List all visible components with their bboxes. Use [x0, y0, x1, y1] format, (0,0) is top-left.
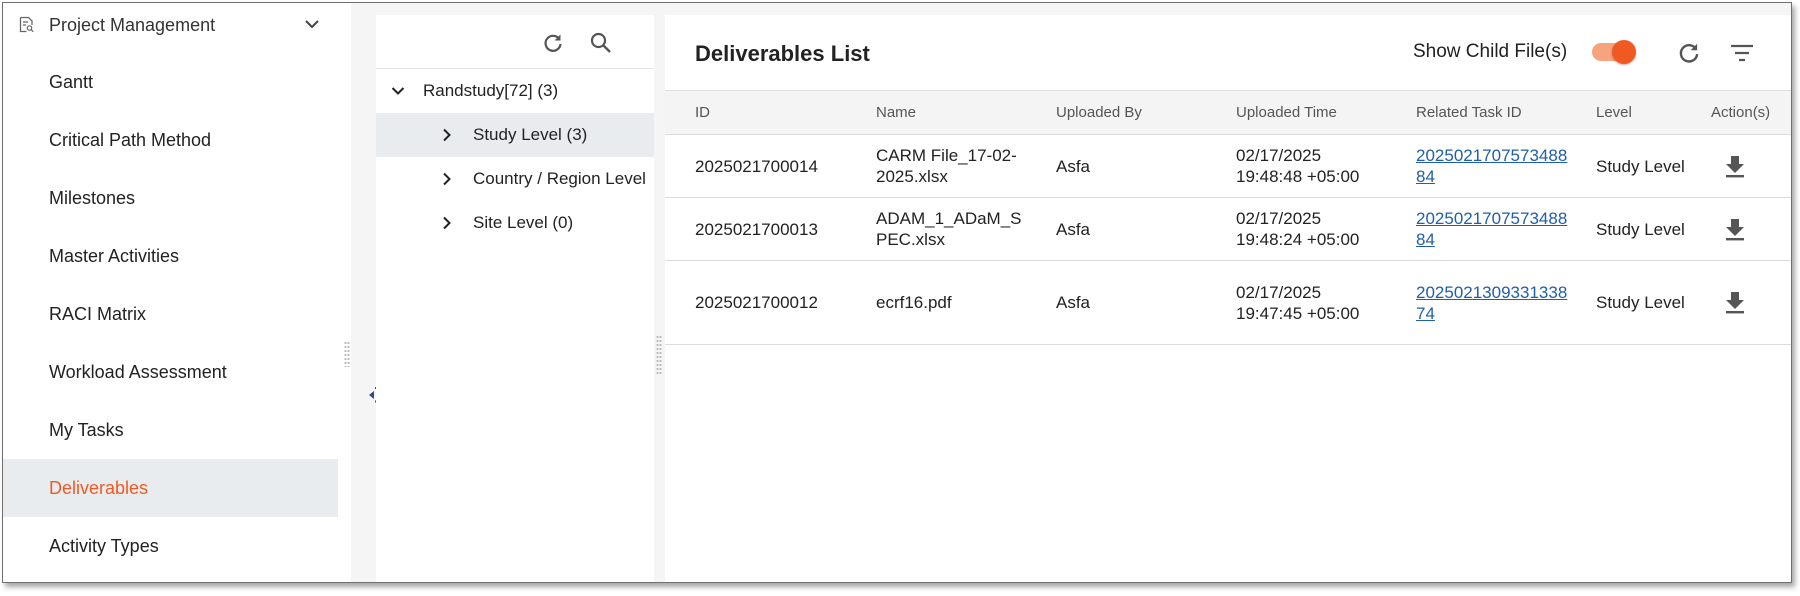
nav-item-label: Master Activities	[49, 245, 180, 266]
cell-id: 2025021700012	[695, 293, 818, 312]
column-header-related-task-id[interactable]: Related Task ID	[1416, 104, 1576, 121]
cell-name: ecrf16.pdf	[876, 293, 952, 312]
nav-item-milestones[interactable]: Milestones	[3, 169, 338, 227]
tree-node-label: Site Level (0)	[473, 213, 574, 232]
nav-item-label: Critical Path Method	[49, 129, 212, 150]
column-header-id[interactable]: ID	[695, 104, 710, 121]
nav-item-my-tasks[interactable]: My Tasks	[3, 401, 338, 459]
tree-node-site-level[interactable]: Site Level (0)	[376, 201, 654, 245]
nav-item-label: Workload Assessment	[49, 361, 227, 382]
cell-id: 2025021700014	[695, 157, 818, 176]
column-header-name[interactable]: Name	[876, 104, 1026, 121]
nav-resize-handle[interactable]	[344, 341, 350, 367]
tree-toolbar	[376, 15, 654, 69]
nav-item-gantt[interactable]: Gantt	[3, 53, 338, 111]
chevron-down-icon[interactable]	[391, 84, 405, 98]
nav-section-header[interactable]: Project Management	[3, 3, 351, 47]
tree-node-label: Country / Region Level	[473, 169, 646, 188]
document-search-icon	[19, 16, 34, 33]
sidebar-nav: Project Management Gantt Critical Path M…	[3, 3, 351, 582]
tree-node-country-region-level[interactable]: Country / Region Level	[376, 157, 654, 201]
chevron-right-icon[interactable]	[440, 216, 454, 230]
tree-node-label: Randstudy[72] (3)	[423, 81, 559, 100]
tree-node-study-level[interactable]: Study Level (3)	[376, 113, 654, 157]
filter-icon[interactable]	[1729, 40, 1755, 66]
chevron-down-icon[interactable]	[303, 17, 321, 31]
column-header-level[interactable]: Level	[1596, 104, 1632, 121]
tree-node-root[interactable]: Randstudy[72] (3)	[376, 69, 654, 113]
show-child-label: Show Child File(s)	[1413, 41, 1568, 62]
nav-item-label: Deliverables	[49, 477, 149, 498]
chevron-right-icon[interactable]	[440, 128, 454, 142]
nav-item-activity-types[interactable]: Activity Types	[3, 517, 338, 575]
cell-level: Study Level	[1596, 157, 1685, 176]
cell-uploaded-time: 02/17/2025 19:47:45 +05:00	[1236, 283, 1360, 323]
column-header-uploaded-time[interactable]: Uploaded Time	[1236, 104, 1386, 121]
nav-item-label: Gantt	[49, 71, 94, 92]
nav-item-master-activities[interactable]: Master Activities	[3, 227, 338, 285]
nav-item-raci-matrix[interactable]: RACI Matrix	[3, 285, 338, 343]
related-task-link[interactable]: 202502170757348884	[1416, 145, 1576, 187]
nav-item-label: My Tasks	[49, 419, 124, 440]
cell-name: CARM File_17-02-2025.xlsx	[876, 146, 1017, 186]
tree-node-label: Study Level (3)	[473, 125, 588, 144]
table-row[interactable]: 2025021700014 CARM File_17-02-2025.xlsx …	[665, 135, 1791, 198]
cell-id: 2025021700013	[695, 220, 818, 239]
tree-panel: Randstudy[72] (3) Study Level (3) Countr…	[376, 15, 654, 582]
tree-resize-handle[interactable]	[656, 335, 662, 375]
refresh-icon[interactable]	[541, 31, 565, 55]
nav-item-label: Activity Types	[49, 535, 159, 556]
deliverables-panel: Deliverables List Show Child File(s) ID …	[665, 15, 1791, 582]
download-icon[interactable]	[1724, 290, 1746, 314]
chevron-right-icon[interactable]	[440, 172, 454, 186]
table-row[interactable]: 2025021700013 ADAM_1_ADaM_SPEC.xlsx Asfa…	[665, 198, 1791, 261]
download-icon[interactable]	[1724, 217, 1746, 241]
column-header-uploaded-by[interactable]: Uploaded By	[1056, 104, 1142, 121]
nav-section-title: Project Management	[49, 15, 216, 35]
cell-uploaded-by: Asfa	[1056, 220, 1091, 239]
cell-level: Study Level	[1596, 220, 1685, 239]
related-task-link[interactable]: 202502170757348884	[1416, 208, 1576, 250]
refresh-icon[interactable]	[1676, 40, 1702, 66]
cell-level: Study Level	[1596, 293, 1685, 312]
table-header: ID Name Uploaded By Uploaded Time Relate…	[665, 90, 1791, 135]
nav-item-critical-path-method[interactable]: Critical Path Method	[3, 111, 338, 169]
show-child-toggle[interactable]	[1592, 40, 1638, 64]
nav-item-label: Milestones	[49, 187, 136, 208]
nav-item-label: RACI Matrix	[49, 303, 147, 324]
cell-uploaded-time: 02/17/2025 19:48:24 +05:00	[1236, 209, 1360, 249]
cell-uploaded-by: Asfa	[1056, 293, 1091, 312]
search-icon[interactable]	[589, 31, 613, 55]
table-row[interactable]: 2025021700012 ecrf16.pdf Asfa 02/17/2025…	[665, 261, 1791, 345]
cell-uploaded-by: Asfa	[1056, 157, 1091, 176]
cell-name: ADAM_1_ADaM_SPEC.xlsx	[876, 209, 1022, 249]
nav-item-deliverables[interactable]: Deliverables	[3, 459, 338, 517]
page-title: Deliverables List	[695, 41, 870, 66]
download-icon[interactable]	[1724, 154, 1746, 178]
toggle-knob	[1612, 40, 1636, 64]
column-header-actions: Action(s)	[1711, 104, 1771, 121]
nav-item-workload-assessment[interactable]: Workload Assessment	[3, 343, 338, 401]
related-task-link[interactable]: 202502130933133874	[1416, 282, 1576, 324]
app-window: Project Management Gantt Critical Path M…	[2, 2, 1792, 583]
cell-uploaded-time: 02/17/2025 19:48:48 +05:00	[1236, 146, 1360, 186]
